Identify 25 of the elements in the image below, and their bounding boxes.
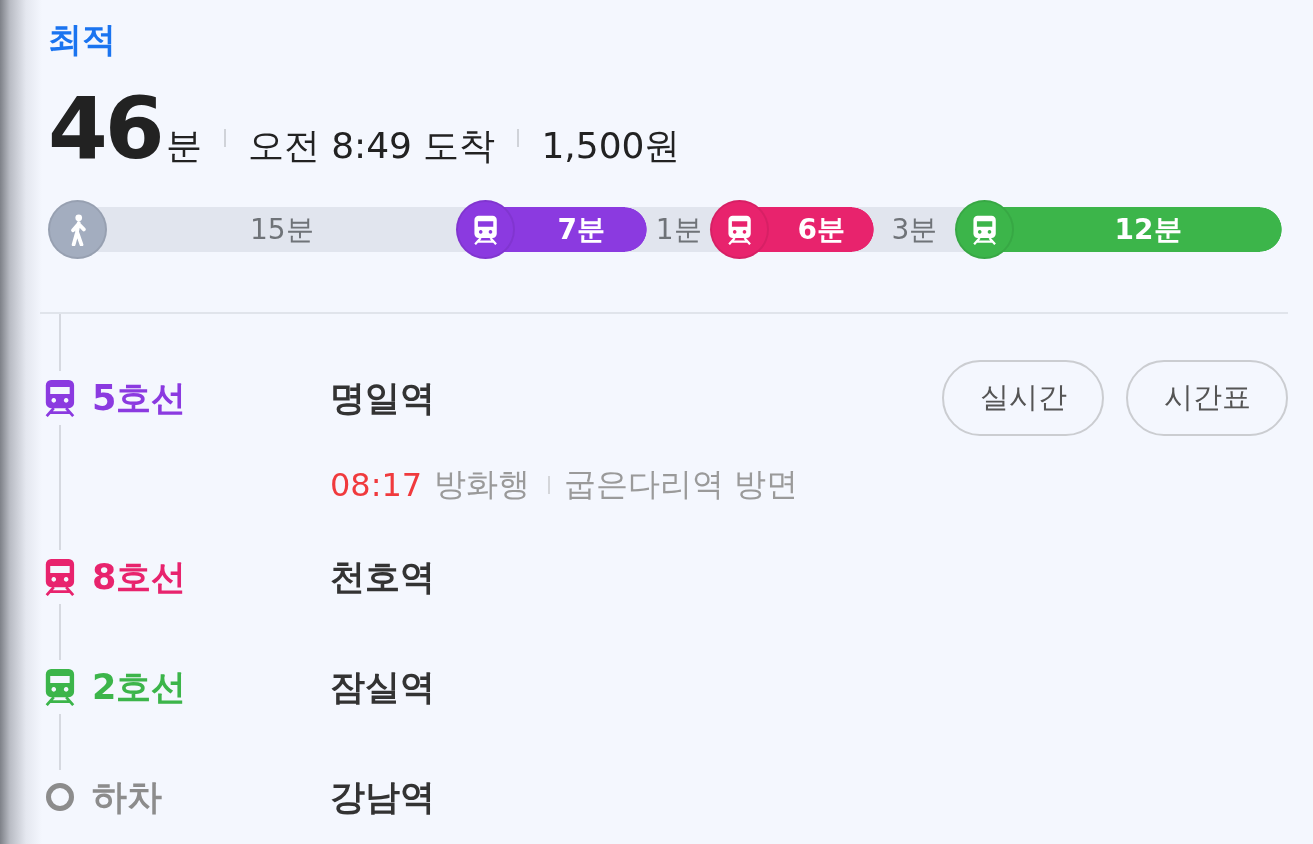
line-name: 5호선 bbox=[92, 376, 188, 420]
duration-label: 3분 bbox=[890, 211, 939, 248]
schedule-button[interactable]: 실시간 bbox=[942, 360, 1104, 436]
departure-time: 08:17 bbox=[330, 466, 423, 504]
schedule-button[interactable]: 시간표 bbox=[1126, 360, 1288, 436]
arrival-time: 오전 8:49 도착 bbox=[247, 124, 496, 168]
route-type-label: 최적 bbox=[48, 18, 116, 61]
station-name: 천호역 bbox=[330, 555, 435, 599]
station-name: 명일역 bbox=[330, 376, 435, 420]
direction-text: 굽은다리역 방면 bbox=[564, 464, 799, 505]
station-name: 잠실역 bbox=[330, 665, 435, 709]
duration-label: 12분 bbox=[1113, 211, 1183, 248]
duration-unit: 분 bbox=[165, 124, 202, 168]
duration-value: 46 bbox=[48, 86, 162, 170]
line-name: 하차 bbox=[92, 775, 163, 819]
station-name: 강남역 bbox=[330, 775, 435, 819]
duration-label: 6분 bbox=[796, 211, 847, 248]
fare-amount: 1,500원 bbox=[541, 124, 681, 168]
line-name: 8호선 bbox=[92, 555, 188, 599]
line-name: 2호선 bbox=[92, 665, 188, 709]
stop-ring-icon bbox=[45, 782, 75, 812]
duration-label: 15분 bbox=[248, 211, 315, 248]
destination-text: 방화행 bbox=[434, 464, 531, 505]
duration-label: 1분 bbox=[654, 211, 703, 248]
duration-label: 7분 bbox=[556, 211, 607, 248]
